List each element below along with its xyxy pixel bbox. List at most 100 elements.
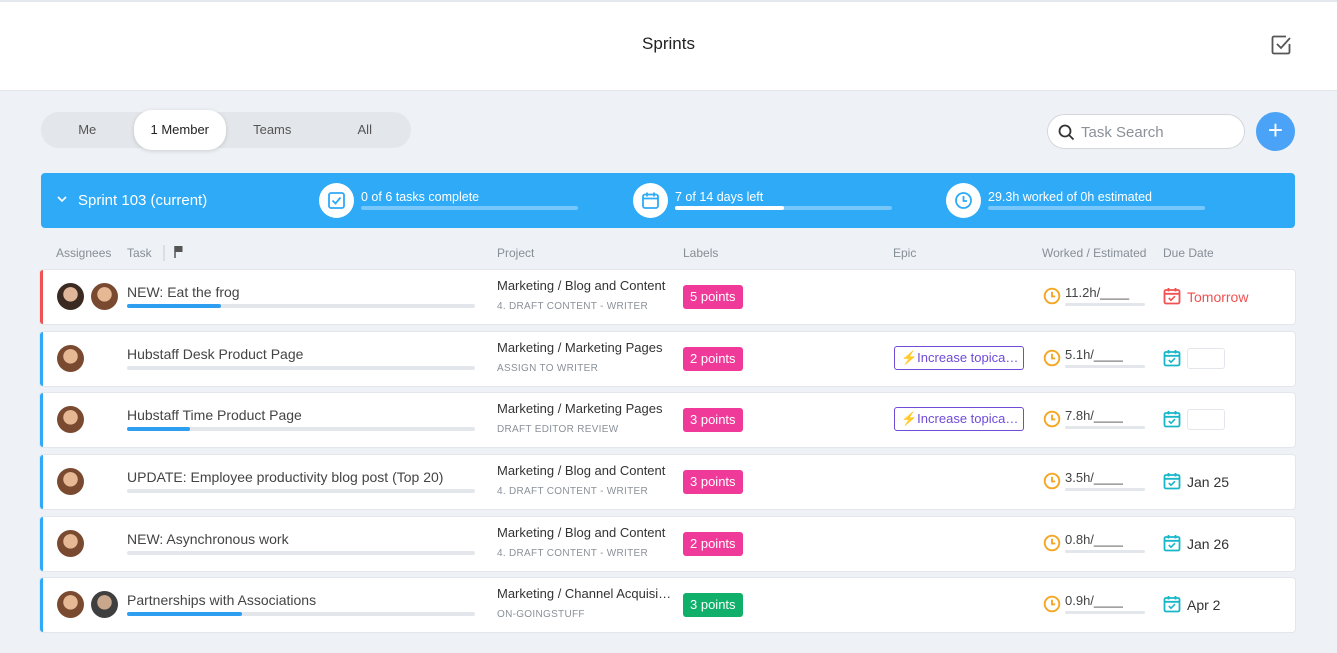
task-progress-bar [127,551,475,555]
task-stage[interactable]: ON-GOINGSTUFF [497,609,585,620]
chevron-down-icon[interactable] [56,194,68,204]
tab-teams[interactable]: Teams [226,112,319,148]
calendar-icon[interactable] [1163,472,1181,490]
task-row[interactable]: NEW: Asynchronous work Marketing / Blog … [40,517,1295,571]
points-label[interactable]: 2 points [683,532,743,556]
task-progress-bar [127,304,475,308]
worked-estimated[interactable]: 7.8h/____ [1065,408,1123,423]
points-label[interactable]: 2 points [683,347,743,371]
tab-1-member[interactable]: 1 Member [133,110,226,150]
points-label[interactable]: 3 points [683,408,743,432]
tasks-complete-text: 0 of 6 tasks complete [361,190,480,204]
estimate-bar [1065,426,1145,429]
calendar-icon[interactable] [1163,410,1181,428]
check-square-icon[interactable] [1270,34,1292,56]
estimate-bar [1065,550,1145,553]
task-progress-bar [127,489,475,493]
days-progress-fill [675,206,784,210]
task-stage[interactable]: 4. DRAFT CONTENT - WRITER [497,486,648,497]
sprint-header[interactable]: Sprint 103 (current) 0 of 6 tasks comple… [41,173,1295,228]
tab-all[interactable]: All [319,112,412,148]
task-name[interactable]: Partnerships with Associations [127,592,316,608]
epic-badge[interactable]: ⚡Increase topica… [894,346,1024,370]
check-square-icon [319,183,354,218]
task-project[interactable]: Marketing / Blog and Content [497,278,675,293]
task-name[interactable]: Hubstaff Desk Product Page [127,346,303,362]
worked-estimated[interactable]: 11.2h/____ [1065,285,1129,300]
column-project[interactable]: Project [497,246,534,260]
calendar-icon[interactable] [1163,349,1181,367]
flag-icon[interactable] [163,244,185,262]
task-row[interactable]: Hubstaff Time Product Page Marketing / M… [40,393,1295,447]
avatar[interactable] [57,530,84,557]
task-row[interactable]: NEW: Eat the frog Marketing / Blog and C… [40,270,1295,324]
column-task[interactable]: Task [127,246,152,260]
tab-me[interactable]: Me [41,112,134,148]
worked-estimated[interactable]: 3.5h/____ [1065,470,1123,485]
avatar[interactable] [57,591,84,618]
task-stage[interactable]: 4. DRAFT CONTENT - WRITER [497,548,648,559]
points-label[interactable]: 3 points [683,593,743,617]
due-date-input[interactable] [1187,409,1225,430]
due-date[interactable]: Tomorrow [1187,289,1248,305]
calendar-icon[interactable] [1163,534,1181,552]
task-name[interactable]: Hubstaff Time Product Page [127,407,302,423]
task-progress-fill [127,427,190,431]
task-project[interactable]: Marketing / Marketing Pages [497,401,675,416]
column-due-date[interactable]: Due Date [1163,246,1214,260]
task-name[interactable]: UPDATE: Employee productivity blog post … [127,469,443,485]
avatar[interactable] [91,591,118,618]
due-date[interactable]: Jan 26 [1187,536,1229,552]
avatar[interactable] [91,283,118,310]
column-worked-estimated[interactable]: Worked / Estimated [1042,246,1146,260]
task-name[interactable]: NEW: Eat the frog [127,284,240,300]
worked-estimated[interactable]: 5.1h/____ [1065,347,1123,362]
days-left-text: 7 of 14 days left [675,190,764,204]
task-row[interactable]: UPDATE: Employee productivity blog post … [40,455,1295,509]
task-row[interactable]: Partnerships with Associations Marketing… [40,578,1295,632]
avatar[interactable] [57,283,84,310]
estimate-bar [1065,488,1145,491]
task-progress-bar [127,427,475,431]
task-progress-fill [127,612,242,616]
clock-icon [1043,534,1061,552]
epic-badge[interactable]: ⚡Increase topica… [894,407,1024,431]
due-date[interactable]: Apr 2 [1187,597,1220,613]
estimate-bar [1065,611,1145,614]
avatar[interactable] [57,468,84,495]
search-icon [1058,124,1075,141]
worked-estimated[interactable]: 0.9h/____ [1065,593,1123,608]
task-project[interactable]: Marketing / Blog and Content [497,463,675,478]
task-progress-bar [127,612,475,616]
add-task-button[interactable]: + [1256,112,1295,151]
column-labels[interactable]: Labels [683,246,718,260]
clock-icon [1043,287,1061,305]
clock-icon [1043,349,1061,367]
task-search [1047,114,1245,149]
clock-icon [1043,595,1061,613]
task-project[interactable]: Marketing / Marketing Pages [497,340,675,355]
task-project[interactable]: Marketing / Blog and Content [497,525,675,540]
page-title: Sprints [642,34,695,53]
task-project[interactable]: Marketing / Channel Acquisi… [497,586,675,601]
points-label[interactable]: 3 points [683,470,743,494]
member-filter-tabs: Me 1 Member Teams All [41,110,412,150]
task-search-input[interactable] [1081,122,1231,142]
calendar-icon[interactable] [1163,595,1181,613]
task-progress-bar [127,366,475,370]
estimate-bar [1065,365,1145,368]
points-label[interactable]: 5 points [683,285,743,309]
column-epic[interactable]: Epic [893,246,916,260]
task-stage[interactable]: DRAFT EDITOR REVIEW [497,424,618,435]
avatar[interactable] [57,345,84,372]
avatar[interactable] [57,406,84,433]
worked-estimated[interactable]: 0.8h/____ [1065,532,1123,547]
task-name[interactable]: NEW: Asynchronous work [127,531,289,547]
task-stage[interactable]: 4. DRAFT CONTENT - WRITER [497,301,648,312]
calendar-icon[interactable] [1163,287,1181,305]
clock-icon [946,183,981,218]
task-row[interactable]: Hubstaff Desk Product Page Marketing / M… [40,332,1295,386]
due-date-input[interactable] [1187,348,1225,369]
task-stage[interactable]: ASSIGN TO WRITER [497,363,598,374]
due-date[interactable]: Jan 25 [1187,474,1229,490]
